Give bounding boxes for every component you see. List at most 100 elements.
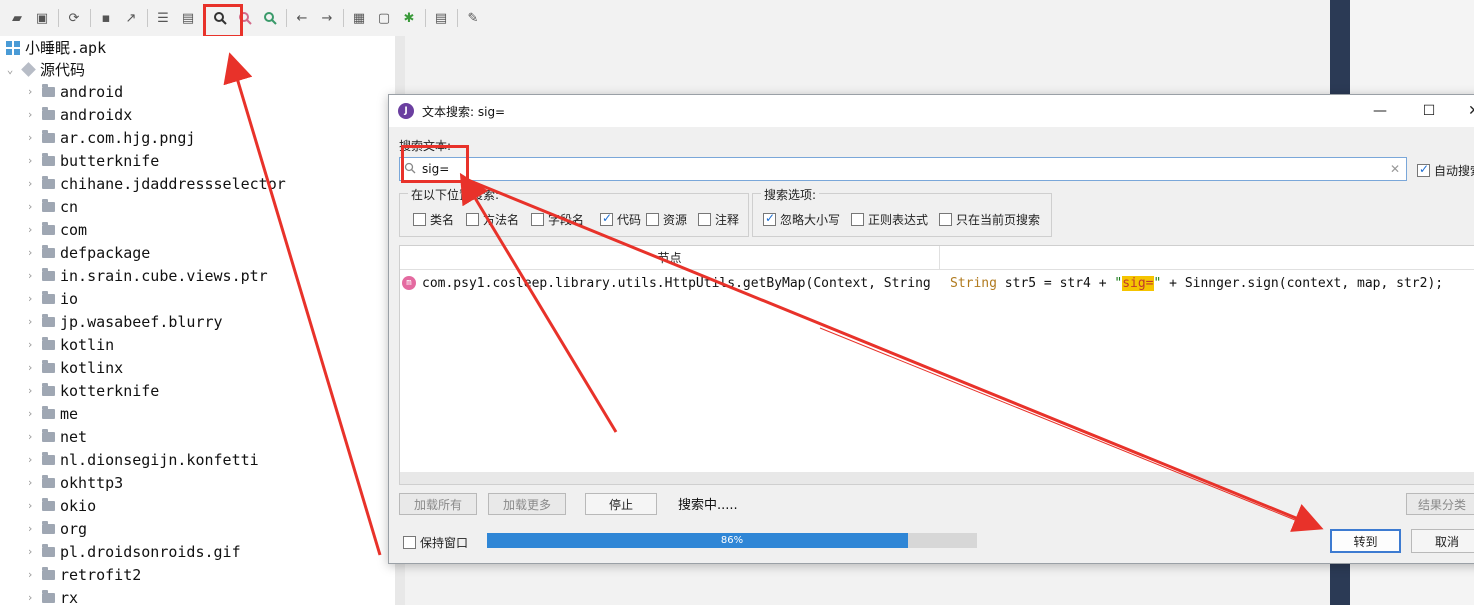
chevron-right-icon[interactable]: ›	[24, 591, 36, 604]
tree-item-package[interactable]: › kotterknife	[0, 379, 160, 402]
tree-item-package[interactable]: › cn	[0, 195, 78, 218]
chevron-right-icon[interactable]: ›	[24, 545, 36, 558]
checkbox-box[interactable]	[600, 211, 613, 226]
tree-item-package[interactable]: › in.srain.cube.views.ptr	[0, 264, 268, 287]
minimize-icon[interactable]: —	[1365, 99, 1395, 123]
tree-item-package[interactable]: › nl.dionsegijn.konfetti	[0, 448, 259, 471]
chevron-right-icon[interactable]: ›	[24, 568, 36, 581]
chevron-right-icon[interactable]: ›	[24, 315, 36, 328]
option-checkbox[interactable]: 正则表达式	[851, 211, 928, 228]
chevron-right-icon[interactable]: ›	[24, 154, 36, 167]
chevron-right-icon[interactable]: ›	[24, 246, 36, 259]
tree-item-package[interactable]: › pl.droidsonroids.gif	[0, 540, 241, 563]
project-tree[interactable]: 小睡眠.apk ⌄ 源代码 › android › androidx › ar.com.h…	[0, 36, 395, 605]
export-icon[interactable]: ↗	[120, 7, 142, 29]
open-file-icon[interactable]: ▰	[6, 7, 28, 29]
save-icon[interactable]: ▪	[95, 7, 117, 29]
chevron-right-icon[interactable]: ›	[24, 200, 36, 213]
goto-button[interactable]: 转到	[1330, 529, 1401, 553]
chevron-right-icon[interactable]: ›	[24, 85, 36, 98]
tree-item-package[interactable]: › me	[0, 402, 78, 425]
tree-item-package[interactable]: › com	[0, 218, 87, 241]
tree-root-apk[interactable]: 小睡眠.apk	[0, 36, 106, 59]
option-checkbox[interactable]: 忽略大小写	[763, 211, 840, 228]
checkbox-box[interactable]	[531, 213, 544, 226]
chevron-right-icon[interactable]: ›	[24, 269, 36, 282]
option-checkbox[interactable]: 方法名	[466, 211, 519, 228]
tree-item-package[interactable]: › defpackage	[0, 241, 151, 264]
chevron-right-icon[interactable]: ›	[24, 177, 36, 190]
load-all-button[interactable]: 加载所有	[399, 493, 477, 515]
checkbox-box[interactable]	[1417, 162, 1430, 177]
chevron-right-icon[interactable]: ›	[24, 384, 36, 397]
chevron-right-icon[interactable]: ›	[24, 407, 36, 420]
option-checkbox[interactable]: 只在当前页搜索	[939, 211, 1040, 228]
chevron-right-icon[interactable]: ›	[24, 292, 36, 305]
chevron-right-icon[interactable]: ›	[24, 131, 36, 144]
results-table[interactable]: 节点 m com.psy1.cosleep.library.utils.Http…	[399, 245, 1474, 485]
flatten-icon[interactable]: ☰	[152, 7, 174, 29]
load-more-button[interactable]: 加载更多	[488, 493, 566, 515]
group-results-button[interactable]: 结果分类	[1406, 493, 1474, 515]
column-header-code[interactable]	[940, 246, 1474, 270]
tree-item-package[interactable]: › butterknife	[0, 149, 160, 172]
checkbox-box[interactable]	[939, 213, 952, 226]
tree-item-package[interactable]: › chihane.jdaddressselector	[0, 172, 286, 195]
tree-item-package[interactable]: › jp.wasabeef.blurry	[0, 310, 223, 333]
tree-item-package[interactable]: › okhttp3	[0, 471, 124, 494]
list-icon[interactable]: ▤	[430, 7, 452, 29]
tree-item-package[interactable]: › net	[0, 425, 87, 448]
tree-item-package[interactable]: › ar.com.hjg.pngj	[0, 126, 196, 149]
option-checkbox[interactable]: 字段名	[531, 211, 584, 228]
table-row[interactable]: m com.psy1.cosleep.library.utils.HttpUti…	[400, 272, 1474, 294]
results-h-scrollbar[interactable]	[400, 472, 1474, 484]
debug-bug-icon[interactable]: ✱	[398, 7, 420, 29]
forward-arrow-icon[interactable]: →	[316, 7, 338, 29]
clear-icon[interactable]: ✕	[1390, 162, 1400, 176]
option-checkbox[interactable]: 类名	[413, 211, 454, 228]
chevron-right-icon[interactable]: ›	[24, 522, 36, 535]
tree-item-package[interactable]: › okio	[0, 494, 96, 517]
chevron-right-icon[interactable]: ›	[24, 453, 36, 466]
deobfuscate-icon[interactable]: ▦	[348, 7, 370, 29]
chevron-right-icon[interactable]: ›	[24, 499, 36, 512]
chevron-down-icon[interactable]: ⌄	[4, 63, 16, 76]
usage-search-icon[interactable]	[259, 7, 281, 29]
dialog-titlebar[interactable]: J 文本搜索: sig= — ☐ ✕	[389, 95, 1474, 127]
settings-wrench-icon[interactable]: ✎	[462, 7, 484, 29]
option-checkbox[interactable]: 资源	[646, 211, 687, 228]
checkbox-box[interactable]	[698, 213, 711, 226]
checkbox-box[interactable]	[763, 211, 776, 226]
search-input[interactable]	[422, 162, 1322, 176]
tree-item-package[interactable]: › android	[0, 80, 124, 103]
chevron-right-icon[interactable]: ›	[24, 338, 36, 351]
log-viewer-icon[interactable]: ▢	[373, 7, 395, 29]
tree-item-package[interactable]: › kotlin	[0, 333, 115, 356]
checkbox-box[interactable]	[851, 213, 864, 226]
tree-item-package[interactable]: › androidx	[0, 103, 133, 126]
tree-item-package[interactable]: › io	[0, 287, 78, 310]
search-field[interactable]: ✕	[399, 157, 1407, 181]
keep-window-checkbox[interactable]: 保持窗口	[403, 534, 468, 551]
checkbox-box[interactable]	[646, 213, 659, 226]
folder-tree-icon[interactable]: ▤	[177, 7, 199, 29]
auto-search-checkbox[interactable]: 自动搜索	[1417, 162, 1474, 179]
chevron-right-icon[interactable]: ›	[24, 430, 36, 443]
tree-item-package[interactable]: › org	[0, 517, 87, 540]
tree-item-package[interactable]: › rx	[0, 586, 78, 605]
maximize-icon[interactable]: ☐	[1414, 99, 1444, 123]
chevron-right-icon[interactable]: ›	[24, 361, 36, 374]
checkbox-box[interactable]	[413, 213, 426, 226]
option-checkbox[interactable]: 代码	[600, 211, 641, 228]
chevron-right-icon[interactable]: ›	[24, 223, 36, 236]
option-checkbox[interactable]: 注释	[698, 211, 739, 228]
back-arrow-icon[interactable]: ←	[291, 7, 313, 29]
cancel-button[interactable]: 取消	[1411, 529, 1474, 553]
sync-icon[interactable]: ⟳	[63, 7, 85, 29]
checkbox-box[interactable]	[466, 213, 479, 226]
chevron-right-icon[interactable]: ›	[24, 476, 36, 489]
column-header-node[interactable]: 节点	[400, 246, 940, 270]
stop-button[interactable]: 停止	[585, 493, 657, 515]
tree-item-package[interactable]: › kotlinx	[0, 356, 124, 379]
add-file-icon[interactable]: ▣	[31, 7, 53, 29]
